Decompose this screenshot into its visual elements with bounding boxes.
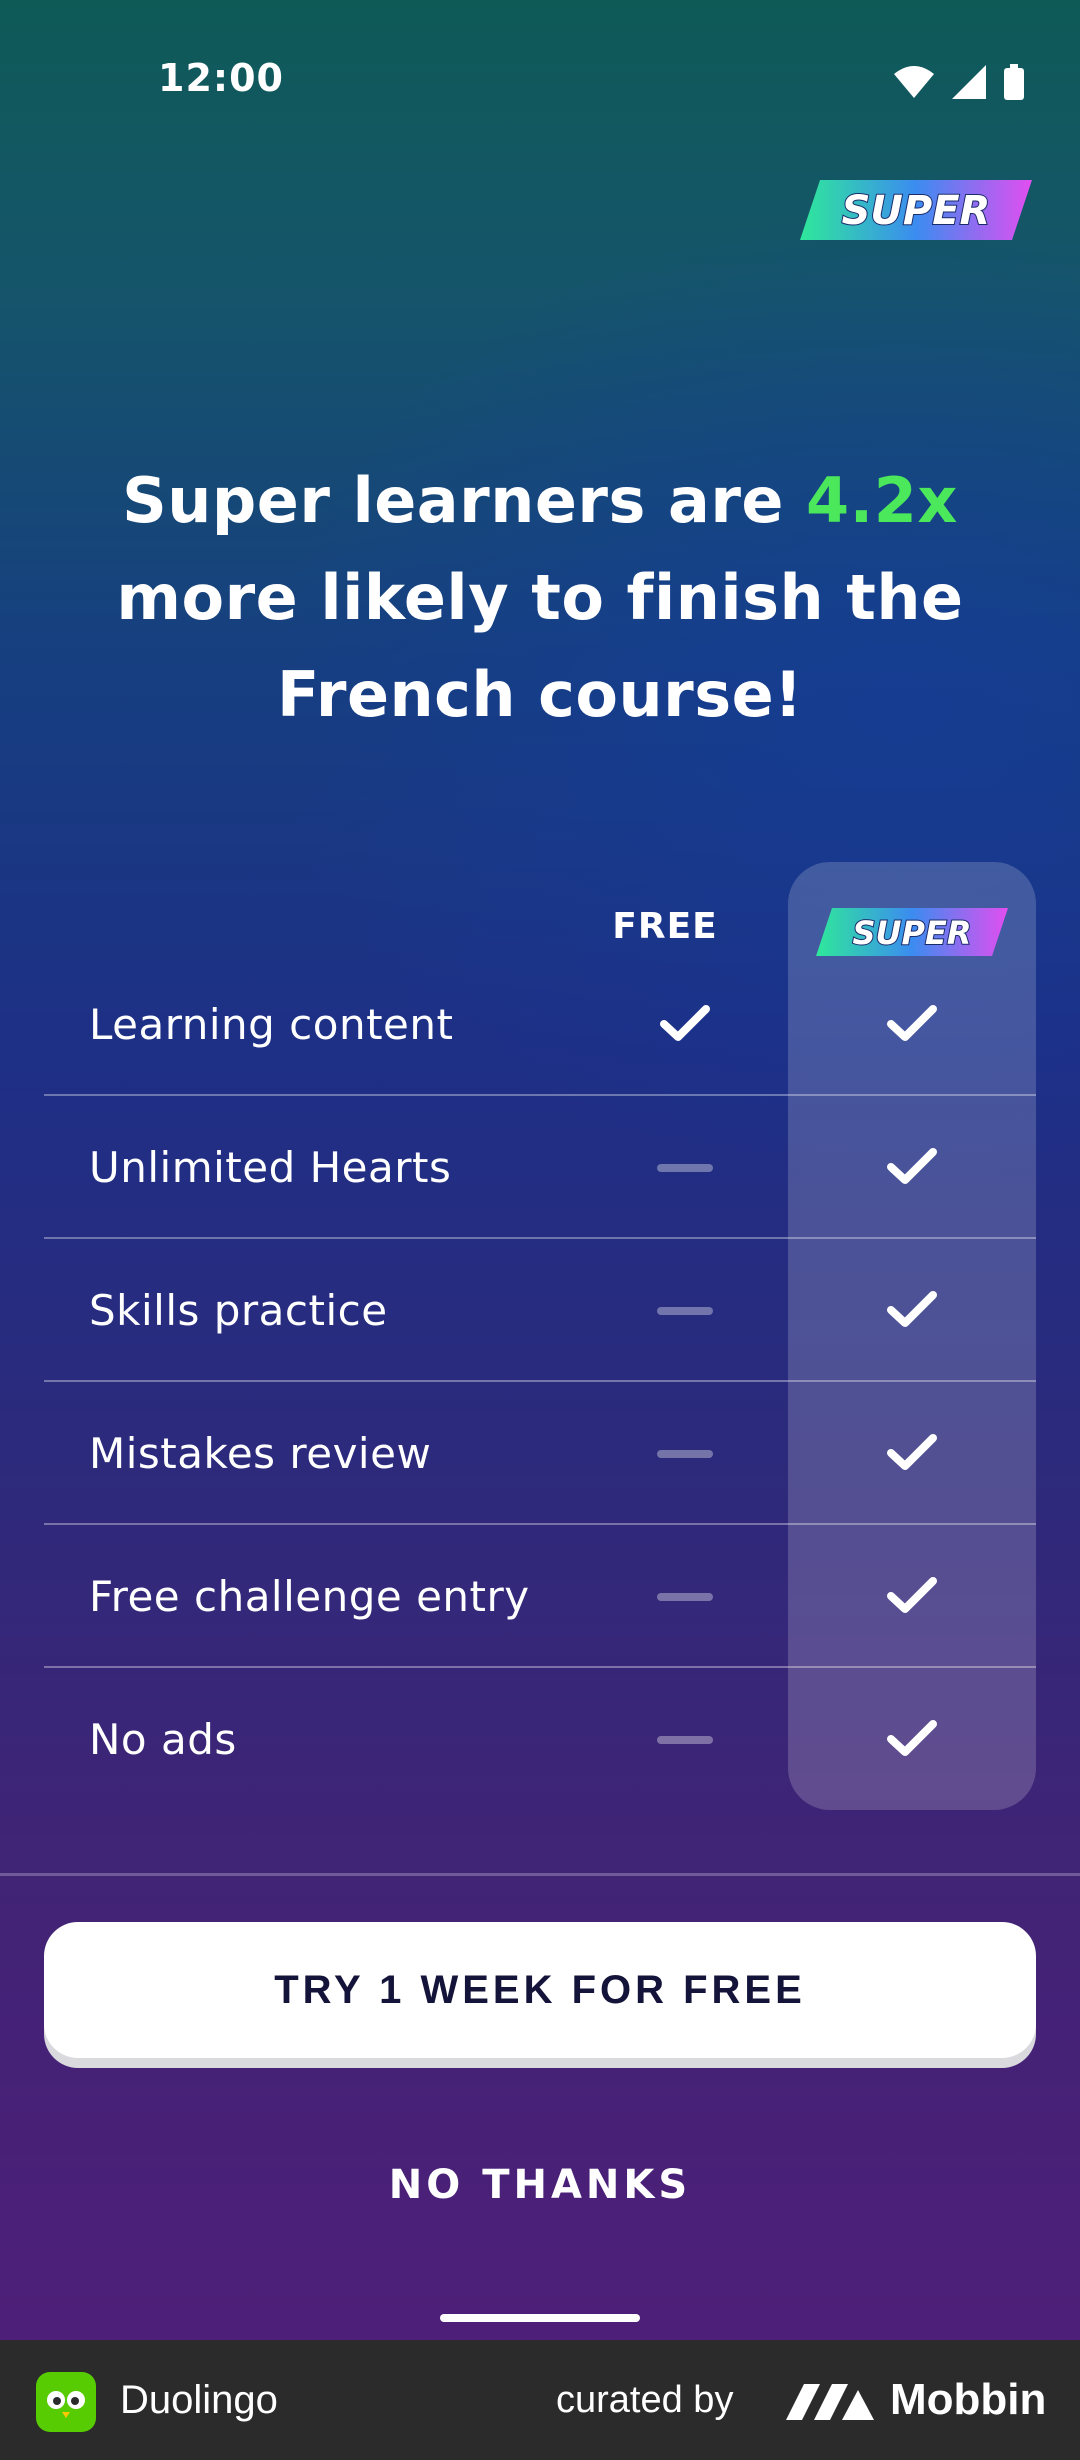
duolingo-app-icon xyxy=(36,2372,96,2432)
mobbin-logo-icon xyxy=(786,2384,874,2420)
super-cell xyxy=(788,1382,1036,1525)
feature-row: Unlimited Hearts xyxy=(44,1096,1036,1239)
check-icon xyxy=(886,1432,938,1476)
super-column-logo: SUPER xyxy=(816,908,1008,956)
check-icon xyxy=(886,1718,938,1762)
feature-label: No ads xyxy=(89,1715,237,1764)
no-thanks-button[interactable]: NO THANKS xyxy=(240,2140,840,2230)
battery-icon xyxy=(1004,64,1024,100)
super-badge-logo: SUPER xyxy=(800,180,1032,240)
wifi-icon xyxy=(894,66,934,98)
check-icon xyxy=(886,1003,938,1047)
feature-label: Skills practice xyxy=(89,1286,388,1335)
check-icon xyxy=(886,1289,938,1333)
status-time: 12:00 xyxy=(158,56,284,100)
headline-suffix: more likely to finish the French course! xyxy=(116,561,964,731)
free-cell xyxy=(610,1525,760,1668)
check-icon xyxy=(886,1575,938,1619)
dash-icon xyxy=(657,1163,713,1172)
footer-curated-by: curated by xyxy=(556,2379,734,2421)
free-cell xyxy=(610,1096,760,1239)
super-cell xyxy=(788,1525,1036,1668)
headline-highlight: 4.2x xyxy=(806,464,958,537)
super-cell xyxy=(788,953,1036,1096)
bottom-divider xyxy=(0,1873,1080,1876)
feature-row: Learning content xyxy=(44,953,1036,1096)
home-indicator[interactable] xyxy=(440,2314,640,2322)
headline: Super learners are 4.2x more likely to f… xyxy=(60,452,1020,743)
dash-icon xyxy=(657,1592,713,1601)
free-column-header: FREE xyxy=(612,906,718,947)
feature-row: Mistakes review xyxy=(44,1382,1036,1525)
footer-brand: Mobbin xyxy=(890,2375,1047,2424)
status-icons xyxy=(894,62,1024,102)
super-cell xyxy=(788,1096,1036,1239)
dash-icon xyxy=(657,1306,713,1315)
free-cell xyxy=(610,953,760,1096)
free-cell xyxy=(610,1668,760,1811)
feature-label: Unlimited Hearts xyxy=(89,1143,452,1192)
super-cell xyxy=(788,1239,1036,1382)
footer-app-name: Duolingo xyxy=(120,2378,278,2422)
signal-icon xyxy=(952,65,986,99)
check-icon xyxy=(659,1003,711,1047)
super-cell xyxy=(788,1668,1036,1811)
free-cell xyxy=(610,1239,760,1382)
free-cell xyxy=(610,1382,760,1525)
status-bar: 12:00 xyxy=(0,0,1080,160)
paywall-screen: 12:00 SUPER Super learners are 4.2x more… xyxy=(0,0,1080,2340)
headline-prefix: Super learners are xyxy=(122,464,807,537)
dash-icon xyxy=(657,1735,713,1744)
check-icon xyxy=(886,1146,938,1190)
try-free-week-button[interactable]: TRY 1 WEEK FOR FREE xyxy=(44,1922,1036,2058)
footer-bar: Duolingo curated by Mobbin xyxy=(0,2340,1080,2460)
feature-row: Skills practice xyxy=(44,1239,1036,1382)
feature-row: No ads xyxy=(44,1668,1036,1811)
super-badge-text: SUPER xyxy=(842,188,991,234)
dash-icon xyxy=(657,1449,713,1458)
feature-label: Free challenge entry xyxy=(89,1572,530,1621)
feature-row: Free challenge entry xyxy=(44,1525,1036,1668)
feature-label: Learning content xyxy=(89,1000,454,1049)
super-column-header: SUPER xyxy=(853,914,972,952)
feature-label: Mistakes review xyxy=(89,1429,432,1478)
